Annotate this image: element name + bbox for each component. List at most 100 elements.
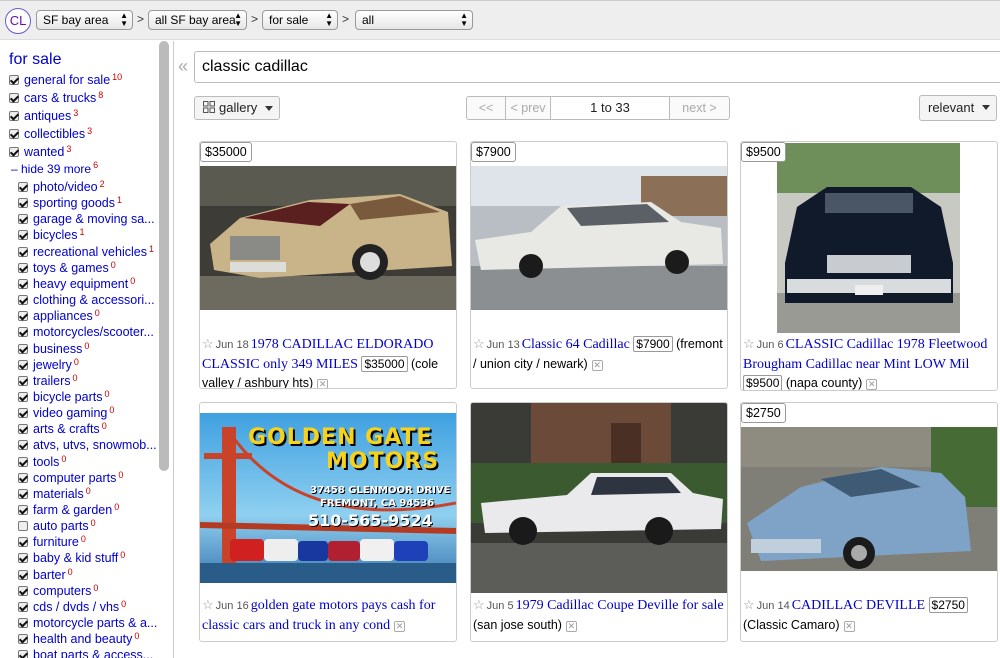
craigslist-logo[interactable]: CL [5, 8, 31, 34]
sidebar-category-item[interactable]: trailers 0 [18, 373, 78, 389]
listing-card[interactable]: ☆ Jun 5 1979 Cadillac Coupe Deville for sa… [470, 402, 728, 642]
sidebar-category-item[interactable]: computer parts 0 [18, 470, 123, 486]
hide-listing-icon[interactable]: ✕ [843, 621, 855, 632]
category-checkbox[interactable] [18, 585, 28, 596]
sidebar-category-item[interactable]: materials 0 [18, 486, 91, 502]
sidebar-scrollbar[interactable] [159, 41, 169, 471]
listing-card[interactable]: GOLDEN GATE MOTORS 37458 GLENMOOR DRIVE … [199, 402, 457, 642]
category-checkbox[interactable] [9, 111, 19, 121]
sidebar-category-item[interactable]: jewelry 0 [18, 357, 79, 373]
category-checkbox[interactable] [18, 601, 28, 612]
sidebar-category-item[interactable]: boat parts & access... [18, 647, 155, 658]
sidebar-category-item[interactable]: barter 0 [18, 567, 73, 583]
listing-photo[interactable] [200, 166, 456, 310]
category-checkbox[interactable] [18, 569, 28, 580]
hide-listing-icon[interactable]: ✕ [394, 621, 406, 632]
category-checkbox[interactable] [18, 391, 28, 402]
first-page-button[interactable]: << [466, 96, 506, 120]
favorite-star-icon[interactable]: ☆ [473, 336, 485, 351]
sidebar-category-item[interactable]: wanted 3 [9, 144, 71, 160]
search-input[interactable]: classic cadillac [194, 51, 1000, 83]
sidebar-category-item[interactable]: clothing & accessori... [18, 292, 157, 308]
category-checkbox[interactable] [18, 262, 28, 273]
category-checkbox[interactable] [18, 343, 28, 354]
sidebar-title[interactable]: for sale [9, 51, 61, 69]
sidebar-category-item[interactable]: arts & crafts 0 [18, 421, 107, 437]
favorite-star-icon[interactable]: ☆ [473, 597, 485, 612]
favorite-star-icon[interactable]: ☆ [743, 597, 755, 612]
hide-listing-icon[interactable]: ✕ [866, 379, 878, 390]
area-select[interactable]: SF bay area ▲ ▼ [36, 10, 133, 30]
category-checkbox[interactable] [18, 230, 28, 241]
favorite-star-icon[interactable]: ☆ [202, 336, 214, 351]
sidebar-category-item[interactable]: garage & moving sa... [18, 211, 157, 227]
favorite-star-icon[interactable]: ☆ [743, 336, 755, 351]
category-checkbox[interactable] [18, 408, 28, 419]
category-checkbox[interactable] [18, 359, 28, 370]
listing-title[interactable]: Classic 64 Cadillac [522, 337, 630, 352]
category-checkbox[interactable] [18, 311, 28, 322]
category-checkbox[interactable] [9, 75, 19, 85]
sidebar-category-item[interactable]: tools 0 [18, 454, 66, 470]
listing-title[interactable]: CADILLAC DEVILLE [792, 598, 925, 613]
sidebar-category-item[interactable]: sporting goods 1 [18, 195, 122, 211]
next-page-button[interactable]: next > [669, 96, 730, 120]
sidebar-category-item[interactable]: antiques 3 [9, 108, 78, 124]
listing-photo[interactable] [471, 166, 727, 310]
sidebar-category-item[interactable]: general for sale 10 [9, 72, 122, 88]
listing-photo[interactable] [741, 427, 997, 571]
category-select[interactable]: for sale ▲ ▼ [262, 10, 338, 30]
sidebar-category-item[interactable]: motorcycles/scooter... [18, 324, 156, 340]
sidebar-category-item[interactable]: bicycle parts 0 [18, 389, 110, 405]
listing-title[interactable]: 1979 Cadillac Coupe Deville for sale [516, 598, 724, 613]
sidebar-category-item[interactable]: health and beauty 0 [18, 631, 139, 647]
category-checkbox[interactable] [18, 521, 28, 532]
category-checkbox[interactable] [18, 327, 28, 338]
listing-photo[interactable]: GOLDEN GATE MOTORS 37458 GLENMOOR DRIVE … [200, 413, 456, 583]
hide-listing-icon[interactable]: ✕ [591, 360, 603, 371]
category-checkbox[interactable] [18, 537, 28, 548]
category-checkbox[interactable] [18, 182, 28, 192]
category-checkbox[interactable] [18, 214, 28, 225]
listing-photo[interactable] [471, 403, 727, 593]
category-checkbox[interactable] [18, 553, 28, 564]
collapse-sidebar-icon[interactable]: « [178, 56, 188, 77]
category-checkbox[interactable] [18, 472, 28, 483]
sidebar-category-item[interactable]: cars & trucks 8 [9, 90, 103, 106]
hide-listing-icon[interactable]: ✕ [317, 379, 329, 388]
sidebar-category-item[interactable]: atvs, utvs, snowmob... [18, 437, 159, 453]
category-checkbox[interactable] [18, 650, 28, 658]
hide-more-link[interactable]: – hide 39 more 6 [11, 160, 98, 176]
category-checkbox[interactable] [18, 456, 28, 467]
hide-listing-icon[interactable]: ✕ [565, 621, 577, 632]
category-checkbox[interactable] [18, 424, 28, 435]
listing-card[interactable]: $2750 ☆ Jun 14 CADILLAC DEVILLE $2750 (Cla… [740, 402, 998, 642]
category-checkbox[interactable] [9, 129, 19, 139]
listing-photo[interactable] [777, 143, 960, 333]
view-mode-button[interactable]: gallery [194, 96, 280, 120]
sidebar-category-item[interactable]: appliances 0 [18, 308, 100, 324]
listing-card[interactable]: $9500 ☆ Jun 6 CLASSIC Cadillac 1978 Fleetw… [740, 141, 998, 391]
sidebar-category-item[interactable]: collectibles 3 [9, 126, 92, 142]
category-checkbox[interactable] [18, 440, 28, 451]
sidebar-category-item[interactable]: recreational vehicles 1 [18, 244, 154, 260]
sidebar-category-item[interactable]: video gaming 0 [18, 405, 114, 421]
category-checkbox[interactable] [18, 295, 28, 306]
category-checkbox[interactable] [9, 93, 19, 103]
sidebar-category-item[interactable]: photo/video 2 [18, 179, 105, 195]
sidebar-category-item[interactable]: computers 0 [18, 583, 98, 599]
sidebar-category-item[interactable]: business 0 [18, 341, 89, 357]
sidebar-category-item[interactable]: motorcycle parts & a... [18, 615, 159, 631]
subcategory-select[interactable]: all ▲ ▼ [355, 10, 473, 30]
sidebar-category-item[interactable]: toys & games 0 [18, 260, 116, 276]
favorite-star-icon[interactable]: ☆ [202, 597, 214, 612]
category-checkbox[interactable] [18, 375, 28, 386]
category-checkbox[interactable] [18, 246, 28, 257]
sidebar-category-item[interactable]: cds / dvds / vhs 0 [18, 599, 126, 615]
category-checkbox[interactable] [18, 505, 28, 515]
category-checkbox[interactable] [18, 278, 28, 289]
listing-card[interactable]: $35000 ☆ Jun 18 1978 CADILLAC ELDORADO CLA… [199, 141, 457, 389]
sidebar-category-item[interactable]: heavy equipment 0 [18, 276, 135, 292]
sidebar-category-item[interactable]: farm & garden 0 [18, 502, 119, 518]
category-checkbox[interactable] [18, 634, 28, 645]
